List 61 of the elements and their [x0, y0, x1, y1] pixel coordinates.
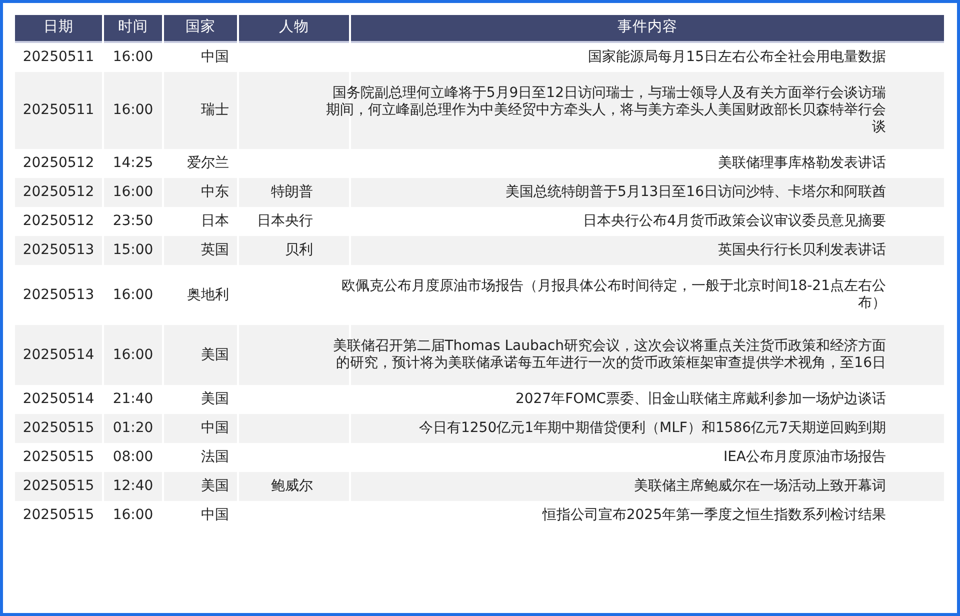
time-cell-text: 23:50 [112, 212, 154, 231]
time-cell-text: 21:40 [112, 390, 154, 409]
time-cell-text: 16:00 [112, 286, 154, 304]
time-cell-text: 16:00 [112, 506, 154, 525]
event-text: IEA公布月度原油市场报告 [723, 449, 886, 466]
event-text: 英国央行行长贝利发表讲话 [718, 242, 886, 259]
event-text: 美联储召开第二届Thomas Laubach研究会议，这次会议将重点关注货币政策和经济方面的研究，预计将为美联储承诺每五年进行一次的货币政策框架审查提供学术视角，至16日 [332, 338, 886, 372]
event-text: 恒指公司宣布2025年第一季度之恒生指数系列检讨结果 [542, 507, 886, 524]
country-cell-text: 中国 [200, 48, 230, 67]
date-cell: 20250511 [15, 72, 102, 149]
country-cell: 瑞士 [164, 72, 237, 149]
event-text: 今日有1250亿元1年期中期借贷便利（MLF）和1586亿元7天期逆回购到期 [418, 420, 886, 437]
time-cell: 16:00 [104, 178, 162, 207]
person-cell-text: 日本央行 [256, 212, 314, 231]
country-cell: 英国 [164, 236, 237, 265]
date-cell-text: 20250511 [22, 48, 96, 67]
column-header: 国家 [164, 15, 237, 43]
time-cell: 12:40 [104, 472, 162, 501]
event-text: 国务院副总理何立峰将于5月9日至12日访问瑞士，与瑞士领导人及有关方面举行会谈访瑞期间，何立峰副总理作为中美经贸中方牵头人，将与美方牵头人美国财政部长贝森特举行会谈 [325, 85, 886, 136]
column-header: 人物 [239, 15, 349, 43]
date-cell: 20250515 [15, 472, 102, 501]
date-cell: 20250513 [15, 236, 102, 265]
date-cell-text: 20250512 [22, 212, 96, 231]
date-cell-text: 20250514 [22, 390, 96, 409]
country-cell-text: 奥地利 [186, 286, 230, 304]
event-text: 美国总统特朗普于5月13日至16日访问沙特、卡塔尔和阿联酋 [505, 184, 886, 201]
event-text: 美联储主席鲍威尔在一场活动上致开幕词 [634, 478, 886, 495]
time-cell: 01:20 [104, 414, 162, 443]
country-cell: 美国 [164, 472, 237, 501]
time-cell: 16:00 [104, 72, 162, 149]
time-cell: 15:00 [104, 236, 162, 265]
country-cell-text: 美国 [200, 390, 230, 409]
time-cell-text: 14:25 [112, 154, 154, 173]
event-text: 美联储理事库格勒发表讲话 [718, 155, 886, 172]
event-text: 欧佩克公布月度原油市场报告（月报具体公布时间待定，一般于北京时间18-21点左右公布） [340, 278, 886, 312]
date-cell: 20250512 [15, 178, 102, 207]
event-text: 2027年FOMC票委、旧金山联储主席戴利参加一场炉边谈话 [515, 391, 886, 408]
time-cell: 16:00 [104, 325, 162, 385]
date-cell: 20250515 [15, 414, 102, 443]
date-cell-text: 20250512 [22, 154, 96, 173]
person-cell: 特朗普 [239, 178, 349, 207]
time-cell-text: 16:00 [112, 48, 154, 67]
date-cell-text: 20250515 [22, 506, 96, 525]
date-cell-text: 20250513 [22, 286, 96, 304]
country-cell: 美国 [164, 325, 237, 385]
column-header: 事件内容 [351, 15, 944, 43]
country-cell-text: 中国 [200, 506, 230, 525]
country-cell: 中东 [164, 178, 237, 207]
event-text: 国家能源局每月15日左右公布全社会用电量数据 [588, 49, 886, 66]
country-cell-text: 法国 [200, 448, 230, 467]
date-cell: 20250514 [15, 325, 102, 385]
column-header: 时间 [104, 15, 162, 43]
column-header: 日期 [15, 15, 102, 43]
country-cell-text: 爱尔兰 [186, 154, 230, 173]
person-cell: 贝利 [239, 236, 349, 265]
country-cell: 中国 [164, 414, 237, 443]
country-cell-text: 日本 [200, 212, 230, 231]
event-text: 日本央行公布4月货币政策会议审议委员意见摘要 [583, 213, 886, 230]
person-cell: 鲍威尔 [239, 472, 349, 501]
time-cell-text: 08:00 [112, 448, 154, 467]
date-cell-text: 20250515 [22, 448, 96, 467]
